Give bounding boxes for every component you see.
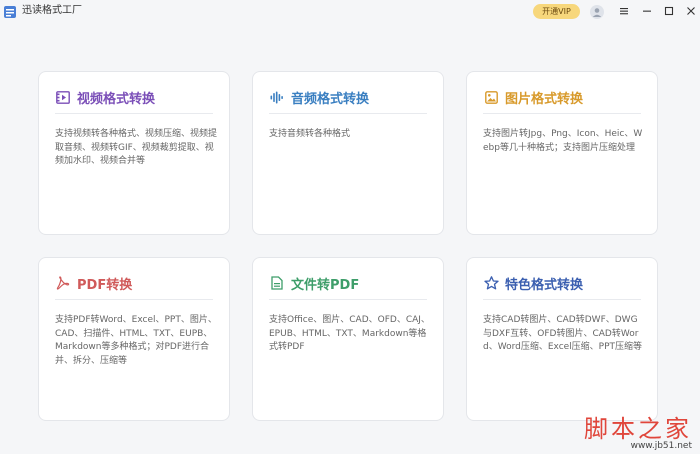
pdf-icon (55, 275, 71, 291)
title-bar: 迅读格式工厂 开通VIP (0, 0, 700, 24)
card-title: 特色格式转换 (505, 277, 584, 293)
card-file-to-pdf[interactable]: 文件转PDF 支持Office、图片、CAD、OFD、CAJ、EPUB、HTML… (252, 257, 444, 421)
document-icon (269, 275, 285, 291)
card-description: 支持CAD转图片、CAD转DWF、DWG与DXF互转、OFD转图片、CAD转Wo… (483, 315, 643, 352)
card-title: PDF转换 (77, 277, 133, 293)
card-description: 支持图片转Jpg、Png、Icon、Heic、Webp等几十种格式；支持图片压缩… (483, 129, 643, 153)
open-vip-button[interactable]: 开通VIP (533, 4, 580, 19)
card-description: 支持Office、图片、CAD、OFD、CAJ、EPUB、HTML、TXT、Ma… (269, 315, 430, 352)
card-audio-conversion[interactable]: 音频格式转换 支持音频转各种格式 (252, 71, 444, 235)
app-title: 迅读格式工厂 (22, 5, 82, 16)
card-title: 视频格式转换 (77, 91, 156, 107)
divider (269, 299, 427, 300)
image-icon (483, 89, 499, 105)
watermark: 脚本之家 www.jb51.net (574, 409, 692, 451)
watermark-url: www.jb51.net (630, 441, 692, 451)
card-special-conversion[interactable]: 特色格式转换 支持CAD转图片、CAD转DWF、DWG与DXF互转、OFD转图片… (466, 257, 658, 421)
card-video-conversion[interactable]: 视频格式转换 支持视频转各种格式、视频压缩、视频提取音频、视频转GIF、视频裁剪… (38, 71, 230, 235)
app-logo-icon (3, 4, 17, 18)
divider (483, 299, 641, 300)
close-icon[interactable] (684, 4, 698, 18)
divider (483, 113, 641, 114)
video-icon (55, 89, 71, 105)
card-title: 图片格式转换 (505, 91, 584, 107)
menu-icon[interactable] (617, 4, 631, 18)
card-title: 文件转PDF (291, 277, 360, 293)
audio-wave-icon (269, 89, 285, 105)
card-image-conversion[interactable]: 图片格式转换 支持图片转Jpg、Png、Icon、Heic、Webp等几十种格式… (466, 71, 658, 235)
divider (269, 113, 427, 114)
maximize-icon[interactable] (662, 4, 676, 18)
card-title: 音频格式转换 (291, 91, 370, 107)
minimize-icon[interactable] (640, 4, 654, 18)
card-description: 支持视频转各种格式、视频压缩、视频提取音频、视频转GIF、视频裁剪提取、视频加水… (55, 129, 218, 166)
divider (55, 113, 213, 114)
user-avatar-icon[interactable] (590, 4, 604, 19)
card-pdf-conversion[interactable]: PDF转换 支持PDF转Word、Excel、PPT、图片、CAD、扫描件、HT… (38, 257, 230, 421)
card-description: 支持PDF转Word、Excel、PPT、图片、CAD、扫描件、HTML、TXT… (55, 315, 217, 366)
watermark-text: 脚本之家 (584, 415, 692, 443)
star-icon (483, 275, 499, 291)
divider (55, 299, 213, 300)
card-description: 支持音频转各种格式 (269, 129, 351, 139)
